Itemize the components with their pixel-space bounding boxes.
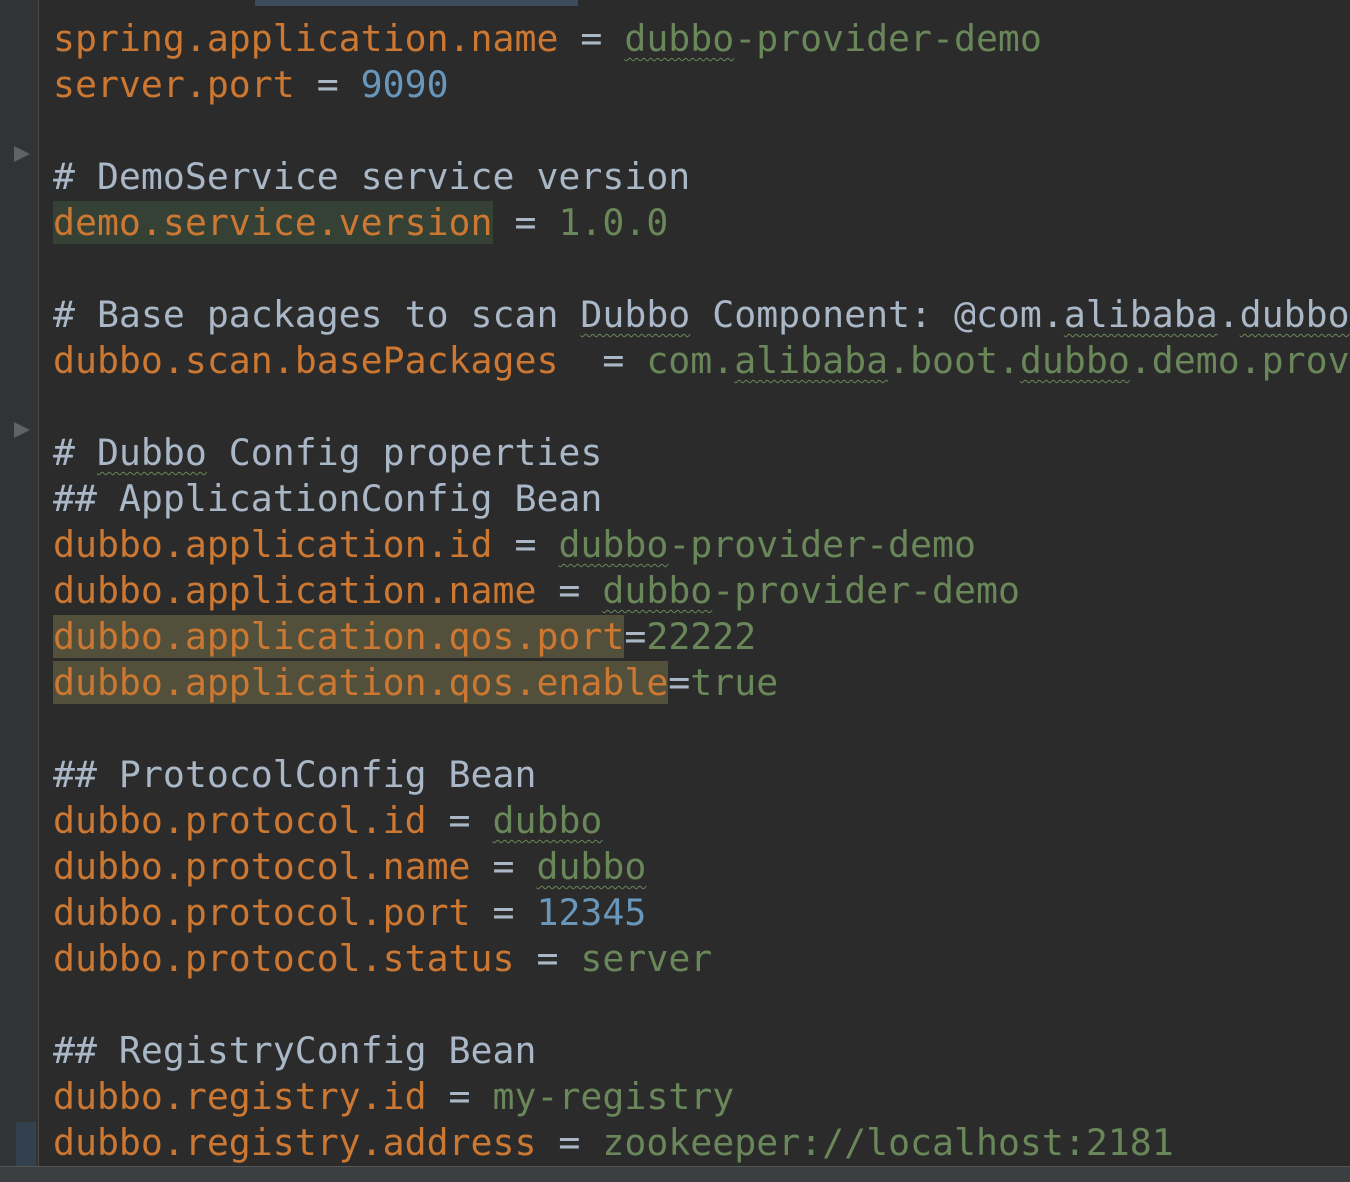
property-key: demo.service.version xyxy=(53,201,493,244)
spelling-warning: dubbo xyxy=(602,569,713,612)
property-line[interactable]: dubbo.registry.id = my-registry xyxy=(53,1074,1350,1120)
property-key: dubbo.registry.address xyxy=(53,1121,537,1164)
assignment-operator: = xyxy=(492,201,559,244)
code-text-area[interactable]: spring.application.name = dubbo-provider… xyxy=(0,16,1350,1166)
property-key: dubbo.protocol.id xyxy=(53,799,427,842)
spelling-warning: dubbo xyxy=(536,845,647,888)
property-value: 9090 xyxy=(360,63,449,106)
property-line[interactable]: dubbo.application.qos.port=22222 xyxy=(53,614,1350,660)
property-key: dubbo.protocol.status xyxy=(53,937,515,980)
property-value: zookeeper://localhost:2181 xyxy=(602,1121,1174,1164)
assignment-operator: = xyxy=(558,339,647,382)
blank-line[interactable] xyxy=(53,982,1350,1028)
property-line[interactable]: spring.application.name = dubbo-provider… xyxy=(53,16,1350,62)
comment-line[interactable]: ## RegistryConfig Bean xyxy=(53,1028,1350,1074)
property-line[interactable]: demo.service.version = 1.0.0 xyxy=(0,200,1350,246)
current-line-gutter-marker xyxy=(16,1122,36,1166)
property-value: 22222 xyxy=(646,615,757,658)
property-value: 1.0.0 xyxy=(558,201,669,244)
property-value: -provider-demo xyxy=(712,569,1020,612)
comment-line[interactable]: ## ProtocolConfig Bean xyxy=(53,752,1350,798)
fold-arrow-icon[interactable] xyxy=(14,146,30,162)
spelling-warning: dubbo xyxy=(492,799,603,842)
comment-line[interactable]: ## ApplicationConfig Bean xyxy=(53,476,1350,522)
assignment-operator: = xyxy=(426,799,493,842)
property-key: dubbo.application.name xyxy=(53,569,537,612)
property-key: dubbo.scan.basePackages xyxy=(53,339,559,382)
comment-text: Component: @com. xyxy=(690,293,1064,336)
property-line[interactable]: dubbo.protocol.status = server xyxy=(53,936,1350,982)
property-line[interactable]: dubbo.protocol.port = 12345 xyxy=(53,890,1350,936)
comment-text: ## RegistryConfig Bean xyxy=(53,1029,537,1072)
property-key: dubbo.application.id xyxy=(53,523,493,566)
property-line[interactable]: dubbo.scan.basePackages = com.alibaba.bo… xyxy=(53,338,1350,384)
comment-text: ## ProtocolConfig Bean xyxy=(53,753,537,796)
property-value: -provider-demo xyxy=(668,523,976,566)
spelling-warning: alibaba xyxy=(1063,293,1218,336)
comment-text: . xyxy=(1217,293,1240,336)
assignment-operator: = xyxy=(470,891,537,934)
property-line[interactable]: dubbo.protocol.id = dubbo xyxy=(53,798,1350,844)
property-line[interactable]: dubbo.protocol.name = dubbo xyxy=(53,844,1350,890)
property-value: 12345 xyxy=(536,891,647,934)
code-editor[interactable]: spring.application.name = dubbo-provider… xyxy=(0,0,1350,1182)
property-key: dubbo.application.qos.enable xyxy=(53,661,669,704)
property-line[interactable]: server.port = 9090 xyxy=(53,62,1350,108)
assignment-operator: = xyxy=(536,1121,603,1164)
property-key: dubbo.registry.id xyxy=(53,1075,427,1118)
spelling-warning: Dubbo xyxy=(96,431,207,474)
blank-line[interactable] xyxy=(53,108,1350,154)
assignment-operator: = xyxy=(624,615,647,658)
comment-text: # DemoService service version xyxy=(53,155,691,198)
property-key: dubbo.application.qos.port xyxy=(53,615,625,658)
property-line[interactable]: dubbo.application.name = dubbo-provider-… xyxy=(53,568,1350,614)
property-line[interactable]: dubbo.application.id = dubbo-provider-de… xyxy=(53,522,1350,568)
active-tab-indicator[interactable] xyxy=(255,0,578,6)
spelling-warning: dubbo xyxy=(1239,293,1350,336)
property-value: true xyxy=(690,661,779,704)
comment-line[interactable]: # Base packages to scan Dubbo Component:… xyxy=(53,292,1350,338)
assignment-operator: = xyxy=(514,937,581,980)
fold-arrow-icon[interactable] xyxy=(14,422,30,438)
assignment-operator: = xyxy=(470,845,537,888)
assignment-operator: = xyxy=(294,63,361,106)
property-line[interactable]: dubbo.registry.address = zookeeper://loc… xyxy=(53,1120,1350,1166)
property-value: -provider-demo xyxy=(734,17,1042,60)
property-value: .demo.prov xyxy=(1129,339,1350,382)
assignment-operator: = xyxy=(558,17,625,60)
property-key: spring.application.name xyxy=(53,17,559,60)
status-bar xyxy=(0,1166,1350,1182)
assignment-operator: = xyxy=(426,1075,493,1118)
property-line[interactable]: dubbo.application.qos.enable=true xyxy=(53,660,1350,706)
property-value: com. xyxy=(646,339,735,382)
spelling-warning: dubbo xyxy=(558,523,669,566)
property-key: dubbo.protocol.name xyxy=(53,845,471,888)
spelling-warning: Dubbo xyxy=(580,293,691,336)
property-key: dubbo.protocol.port xyxy=(53,891,471,934)
comment-text: Config properties xyxy=(206,431,603,474)
assignment-operator: = xyxy=(536,569,603,612)
spelling-warning: dubbo xyxy=(1019,339,1130,382)
comment-line[interactable]: # Dubbo Config properties xyxy=(53,430,1350,476)
comment-text: # Base packages to scan xyxy=(53,293,581,336)
blank-line[interactable] xyxy=(53,706,1350,752)
blank-line[interactable] xyxy=(53,384,1350,430)
blank-line[interactable] xyxy=(53,246,1350,292)
property-value: .boot. xyxy=(888,339,1020,382)
editor-tab-strip xyxy=(0,0,1350,8)
property-value: server xyxy=(580,937,713,980)
comment-text: # xyxy=(53,431,97,474)
spelling-warning: alibaba xyxy=(734,339,889,382)
comment-text: ## ApplicationConfig Bean xyxy=(53,477,603,520)
assignment-operator: = xyxy=(492,523,559,566)
spelling-warning: dubbo xyxy=(624,17,735,60)
property-value: my-registry xyxy=(492,1075,735,1118)
editor-gutter xyxy=(0,0,39,1166)
comment-line[interactable]: # DemoService service version xyxy=(53,154,1350,200)
assignment-operator: = xyxy=(668,661,691,704)
property-key: server.port xyxy=(53,63,295,106)
